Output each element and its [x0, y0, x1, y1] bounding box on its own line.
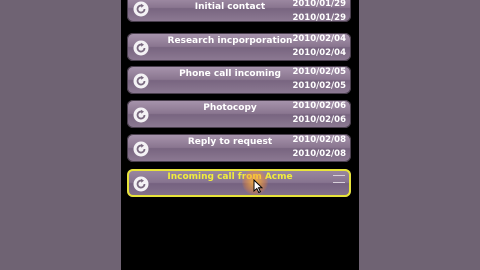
list-item-dragging[interactable]: Incoming call from Acme — [127, 169, 351, 197]
cursor-icon — [253, 179, 263, 193]
refresh-icon[interactable] — [133, 107, 149, 123]
task-list: Initial contact 2010/01/29 2010/01/29 Re… — [121, 0, 359, 270]
item-date-start: 2010/01/29 — [292, 0, 346, 9]
refresh-icon[interactable] — [133, 1, 149, 17]
drag-handle-icon[interactable] — [333, 175, 345, 183]
item-title: Initial contact — [194, 2, 266, 12]
list-item[interactable]: Photocopy 2010/02/06 2010/02/06 — [127, 100, 351, 128]
item-title: Phone call incoming — [179, 69, 281, 79]
list-item[interactable]: Initial contact 2010/01/29 2010/01/29 — [127, 0, 351, 23]
list-item[interactable]: Reply to request 2010/02/08 2010/02/08 — [127, 134, 351, 162]
item-date-end: 2010/02/05 — [292, 81, 346, 91]
refresh-icon[interactable] — [133, 73, 149, 89]
item-title: Research incporporation — [167, 36, 293, 46]
item-date-end: 2010/02/08 — [292, 149, 346, 159]
item-title: Reply to request — [187, 137, 273, 147]
item-title: Incoming call from Acme — [167, 172, 293, 182]
refresh-icon[interactable] — [133, 176, 149, 192]
item-date-start: 2010/02/04 — [292, 34, 346, 44]
item-date-start: 2010/02/06 — [292, 101, 346, 111]
refresh-icon[interactable] — [133, 141, 149, 157]
item-date-end: 2010/02/06 — [292, 115, 346, 125]
list-item[interactable]: Research incporporation 2010/02/04 2010/… — [127, 33, 351, 61]
item-date-end: 2010/01/29 — [292, 13, 346, 23]
phone-screen: Initial contact 2010/01/29 2010/01/29 Re… — [121, 0, 359, 270]
item-date-end: 2010/02/04 — [292, 48, 346, 58]
list-item[interactable]: Phone call incoming 2010/02/05 2010/02/0… — [127, 66, 351, 94]
item-title: Photocopy — [203, 103, 257, 113]
refresh-icon[interactable] — [133, 40, 149, 56]
item-date-start: 2010/02/08 — [292, 135, 346, 145]
item-date-start: 2010/02/05 — [292, 67, 346, 77]
